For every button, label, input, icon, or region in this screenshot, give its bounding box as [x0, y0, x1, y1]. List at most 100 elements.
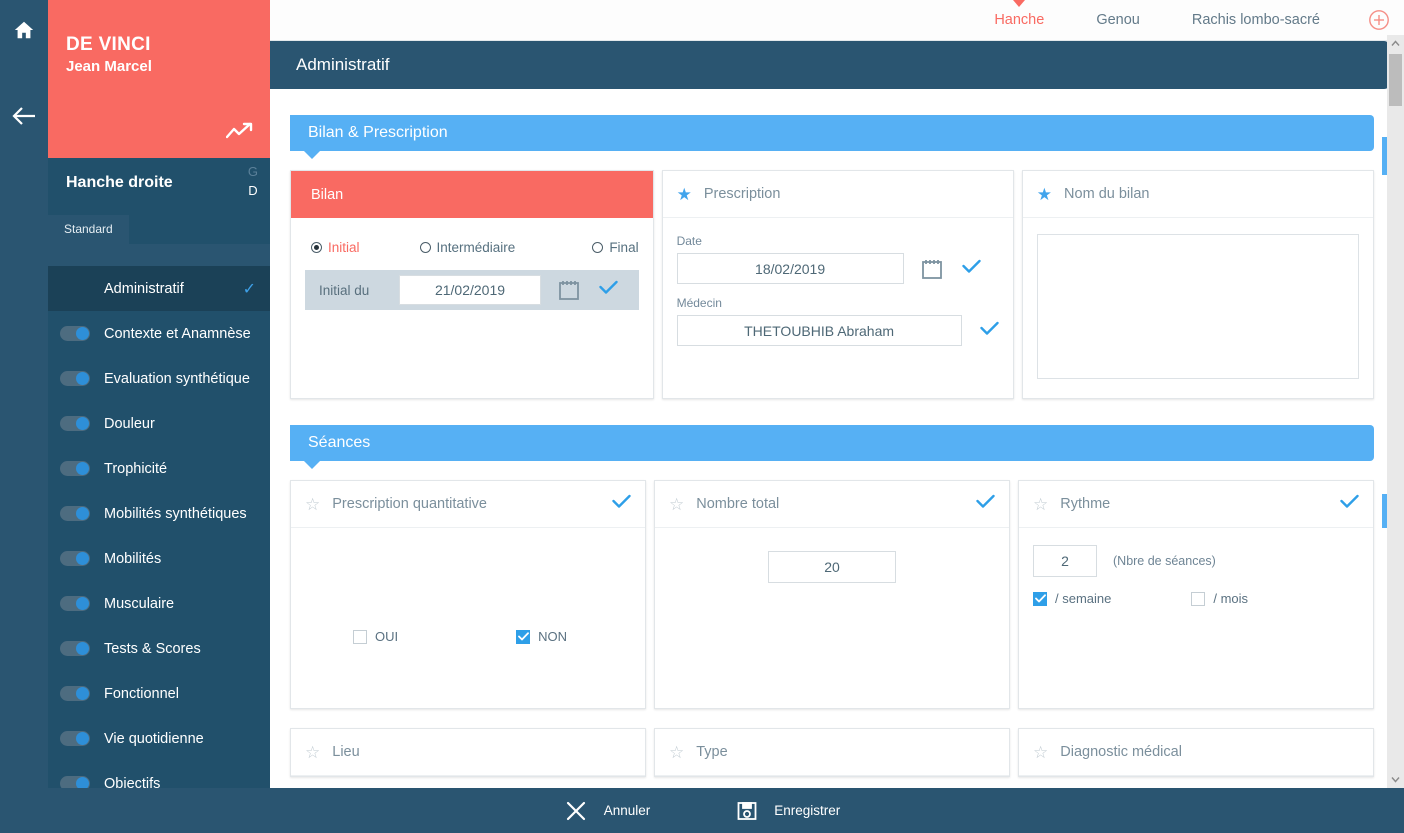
- card-header: ★ Prescription: [662, 171, 1013, 218]
- toggle-switch[interactable]: [60, 506, 90, 521]
- section-heading[interactable]: Bilan & Prescription: [290, 115, 1374, 159]
- checkbox-mois[interactable]: / mois: [1191, 591, 1248, 606]
- check-icon[interactable]: [961, 259, 981, 279]
- checkbox-label: / mois: [1213, 591, 1249, 606]
- sidebar-item-evaluation-synthetique[interactable]: Evaluation synthétique: [48, 356, 270, 401]
- radio-dot-icon: [311, 242, 322, 253]
- trend-up-icon[interactable]: [225, 121, 254, 146]
- topnav-item-hanche[interactable]: Hanche: [968, 12, 1070, 28]
- cards-row-seances-partial: ☆ Lieu ☆ Type ☆ Diagnostic médical: [290, 728, 1374, 777]
- patient-card[interactable]: DE VINCI Jean Marcel: [48, 0, 270, 158]
- bilan-type-radiogroup: Initial Intermédiaire Final: [305, 234, 639, 255]
- card-nom-du-bilan: ★ Nom du bilan: [1021, 170, 1375, 399]
- star-outline-icon[interactable]: ☆: [1033, 496, 1048, 513]
- card-title: Diagnostic médical: [1060, 744, 1182, 760]
- bilan-date-label: Initial du: [319, 282, 370, 298]
- home-icon[interactable]: [8, 14, 40, 46]
- nombre-total-input[interactable]: 20: [768, 551, 896, 583]
- toggle-switch[interactable]: [60, 686, 90, 701]
- sidebar-item-tests-scores[interactable]: Tests & Scores: [48, 626, 270, 671]
- calendar-icon[interactable]: [557, 278, 581, 302]
- sidebar-tabs: Standard: [48, 208, 270, 244]
- sidebar-item-mobilites[interactable]: Mobilités: [48, 536, 270, 581]
- checkbox-oui[interactable]: OUI: [353, 629, 398, 644]
- sidebar: DE VINCI Jean Marcel Hanche droite G D S…: [48, 0, 270, 833]
- rythme-note: (Nbre de séances): [1113, 554, 1216, 568]
- side-right-d[interactable]: D: [248, 181, 258, 200]
- radio-final[interactable]: Final: [592, 240, 639, 255]
- star-outline-icon[interactable]: ☆: [305, 496, 320, 513]
- star-outline-icon[interactable]: ☆: [669, 744, 684, 761]
- sidebar-item-trophicite[interactable]: Trophicité: [48, 446, 270, 491]
- toggle-switch[interactable]: [60, 371, 90, 386]
- check-icon[interactable]: [612, 494, 631, 514]
- topnav-item-rachis-lombo-sacre[interactable]: Rachis lombo-sacré: [1166, 12, 1346, 28]
- toggle-switch[interactable]: [60, 416, 90, 431]
- save-button[interactable]: Enregistrer: [736, 800, 840, 822]
- card-header: ★ Nom du bilan: [1022, 171, 1374, 218]
- checkbox-box: [353, 629, 367, 644]
- check-icon[interactable]: [1340, 494, 1359, 514]
- sidebar-item-label: Trophicité: [104, 460, 168, 477]
- star-outline-icon[interactable]: ☆: [669, 496, 684, 513]
- star-filled-icon[interactable]: ★: [1037, 186, 1052, 203]
- sidebar-item-mobilites-synthetiques[interactable]: Mobilités synthétiques: [48, 491, 270, 536]
- toggle-switch[interactable]: [60, 461, 90, 476]
- card-header: Bilan: [291, 171, 653, 218]
- toggle-switch[interactable]: [60, 641, 90, 656]
- section-heading[interactable]: Séances: [290, 425, 1374, 469]
- card-header: ☆ Prescription quantitative: [291, 481, 645, 528]
- card-title: Type: [696, 744, 728, 760]
- side-selector[interactable]: G D: [248, 162, 258, 200]
- star-outline-icon[interactable]: ☆: [305, 744, 320, 761]
- chevron-up-icon[interactable]: [1387, 35, 1404, 52]
- card-diagnostic-medical: ☆ Diagnostic médical: [1018, 728, 1374, 777]
- card-header: ☆ Rythme: [1019, 481, 1373, 528]
- nom-du-bilan-textarea[interactable]: [1036, 234, 1360, 379]
- prescription-doctor-input[interactable]: THETOUBHIB Abraham: [676, 315, 962, 346]
- star-outline-icon[interactable]: ☆: [1033, 744, 1048, 761]
- sidebar-item-musculaire[interactable]: Musculaire: [48, 581, 270, 626]
- sidebar-item-contexte-anamnese[interactable]: Contexte et Anamnèse: [48, 311, 270, 356]
- side-left-g[interactable]: G: [248, 162, 258, 181]
- checkbox-label: / semaine: [1055, 591, 1112, 606]
- radio-label: Intermédiaire: [436, 240, 516, 255]
- prescription-date-input[interactable]: 18/02/2019: [676, 253, 904, 284]
- card-bilan: Bilan Initial Intermédiaire Final Initia…: [290, 170, 654, 399]
- sidebar-item-label: Douleur: [104, 415, 155, 432]
- card-rythme: ☆ Rythme 2 (Nbre de séances) / semaine /…: [1018, 480, 1374, 709]
- radio-dot-icon: [419, 242, 431, 253]
- sidebar-item-administratif[interactable]: Administratif ✓: [48, 266, 270, 311]
- checkbox-label: NON: [538, 629, 568, 644]
- check-icon[interactable]: [976, 494, 995, 514]
- vertical-scrollbar[interactable]: [1387, 35, 1404, 788]
- sidebar-item-douleur[interactable]: Douleur: [48, 401, 270, 446]
- star-filled-icon[interactable]: ★: [677, 186, 692, 203]
- radio-initial[interactable]: Initial: [311, 240, 360, 255]
- sidebar-item-label: Musculaire: [104, 595, 175, 612]
- toggle-switch[interactable]: [60, 326, 90, 341]
- scrollbar-thumb[interactable]: [1389, 54, 1402, 106]
- cancel-button[interactable]: Annuler: [564, 799, 650, 823]
- prescription-doctor-block: Médecin THETOUBHIB Abraham: [676, 296, 999, 346]
- plus-circle-icon[interactable]: [1368, 9, 1390, 31]
- toggle-switch[interactable]: [60, 596, 90, 611]
- checkbox-semaine[interactable]: / semaine: [1033, 591, 1111, 606]
- rythme-count-input[interactable]: 2: [1033, 545, 1097, 577]
- bilan-date-input[interactable]: 21/02/2019: [399, 275, 541, 305]
- tab-standard[interactable]: Standard: [48, 215, 129, 244]
- sidebar-item-fonctionnel[interactable]: Fonctionnel: [48, 671, 270, 716]
- arrow-left-icon[interactable]: [8, 100, 40, 132]
- chevron-down-icon[interactable]: [1387, 771, 1404, 788]
- toggle-switch[interactable]: [60, 731, 90, 746]
- check-icon[interactable]: [979, 321, 999, 341]
- check-icon[interactable]: [599, 280, 618, 300]
- checkbox-non[interactable]: NON: [516, 629, 567, 644]
- sidebar-item-label: Fonctionnel: [104, 685, 179, 702]
- calendar-icon[interactable]: [920, 257, 944, 281]
- topnav-item-genou[interactable]: Genou: [1070, 12, 1166, 28]
- prescription-date-row: 18/02/2019: [676, 253, 999, 284]
- toggle-switch[interactable]: [60, 551, 90, 566]
- radio-intermediaire[interactable]: Intermédiaire: [419, 240, 516, 255]
- sidebar-item-vie-quotidienne[interactable]: Vie quotidienne: [48, 716, 270, 761]
